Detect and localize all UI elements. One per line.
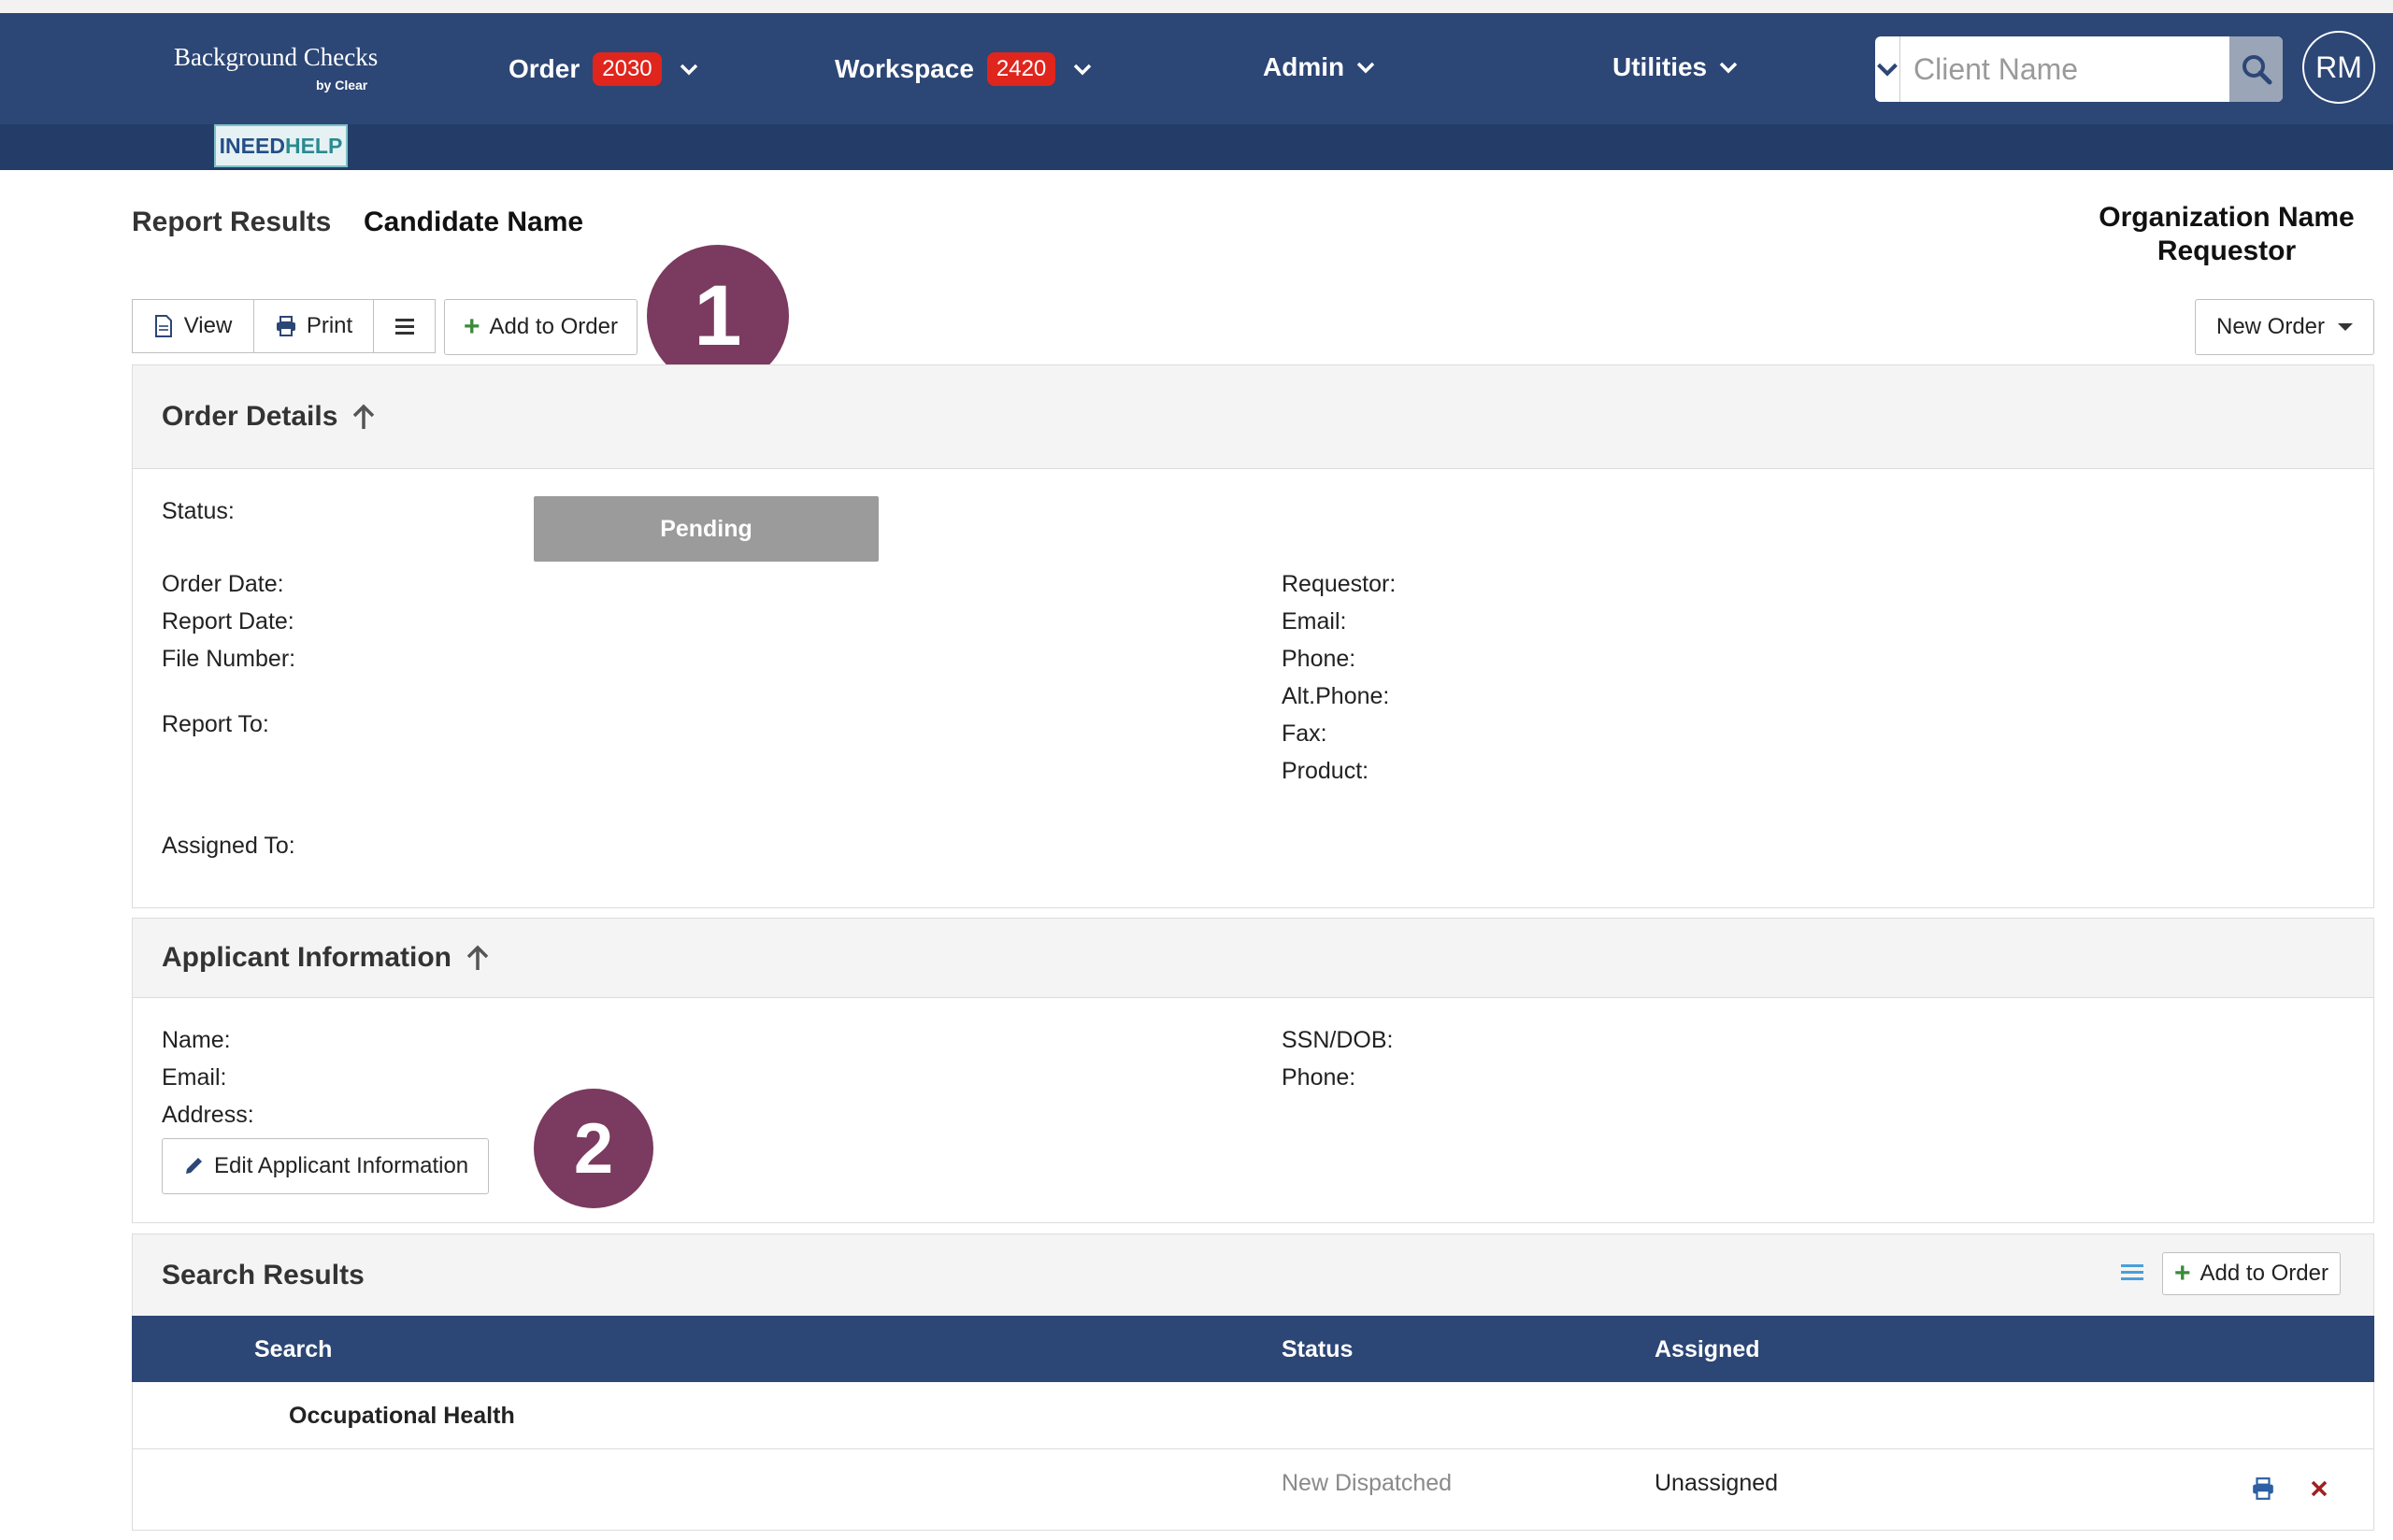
document-icon [154, 315, 172, 337]
search-button[interactable] [2229, 36, 2283, 102]
client-search [1875, 36, 2283, 102]
ssn-dob-label: SSN/DOB: [1282, 1027, 1394, 1053]
search-group-title: Occupational Health [289, 1403, 515, 1429]
add-to-order-label: Add to Order [489, 314, 618, 339]
row-divider [132, 1448, 2374, 1449]
view-button[interactable]: View [132, 299, 254, 353]
callout-2: 2 [534, 1089, 653, 1208]
user-avatar[interactable]: RM [2302, 31, 2375, 104]
nav-workspace[interactable]: Workspace 2420 [835, 52, 1093, 86]
address-label: Address: [162, 1102, 254, 1128]
search-results-title: Search Results [162, 1260, 365, 1290]
requestor-label: Requestor: [1282, 571, 1397, 597]
new-order-label: New Order [2215, 314, 2326, 339]
hamburger-icon [394, 319, 414, 335]
email-label: Email: [1282, 608, 1347, 635]
nav-utilities[interactable]: Utilities [1612, 52, 1739, 82]
plus-icon: + [464, 311, 480, 342]
chevron-down-icon [1719, 62, 1738, 74]
edit-applicant-button[interactable]: Edit Applicant Information [162, 1138, 490, 1194]
row-status: New Dispatched [1282, 1470, 1453, 1496]
caret-down-icon [2338, 323, 2354, 331]
nav-order-label: Order [509, 54, 580, 83]
workspace-count-badge: 2420 [986, 52, 1056, 86]
help-logo[interactable]: INEEDHELP [214, 124, 348, 167]
search-results-header: Search Results [133, 1234, 2373, 1317]
report-to-label: Report To: [162, 711, 269, 737]
order-details-title: Order Details [162, 401, 338, 432]
applicant-phone-label: Phone: [1282, 1064, 1356, 1091]
column-search[interactable]: Search [254, 1336, 332, 1363]
plus-icon: + [2174, 1258, 2191, 1289]
new-order-dropdown[interactable]: New Order [2195, 299, 2374, 355]
column-assigned[interactable]: Assigned [1655, 1336, 1760, 1363]
order-details-header[interactable]: Order Details [133, 365, 2373, 469]
help-left: INEED [219, 134, 285, 158]
order-details-panel: Order Details [132, 364, 2374, 908]
view-label: View [183, 313, 233, 338]
applicant-header[interactable]: Applicant Information [133, 919, 2373, 998]
organization-name: Organization Name [2099, 202, 2355, 233]
row-assigned: Unassigned [1655, 1470, 1779, 1496]
chevron-down-icon [1877, 63, 1898, 77]
subnav-bar [0, 124, 2393, 170]
nav-admin[interactable]: Admin [1263, 52, 1376, 82]
name-label: Name: [162, 1027, 231, 1053]
applicant-title: Applicant Information [162, 942, 451, 973]
nav-workspace-label: Workspace [835, 54, 974, 83]
search-results-panel: Search Results [132, 1233, 2374, 1531]
page-title: Report Results [132, 207, 332, 237]
phone-label: Phone: [1282, 646, 1356, 672]
add-to-order-button[interactable]: + Add to Order [444, 299, 638, 355]
top-strip [0, 0, 2393, 14]
arrow-up-icon [466, 945, 489, 970]
nav-admin-label: Admin [1263, 52, 1345, 81]
status-badge: Pending [534, 496, 879, 562]
file-number-label: File Number: [162, 646, 296, 672]
search-add-to-order-button[interactable]: + Add to Order [2162, 1252, 2341, 1295]
printer-icon[interactable] [2251, 1476, 2275, 1501]
arrow-up-icon [353, 404, 375, 429]
client-name-input[interactable] [1900, 36, 2283, 102]
order-date-label: Order Date: [162, 571, 284, 597]
menu-button[interactable] [374, 299, 436, 353]
print-button[interactable]: Print [254, 299, 374, 353]
printer-icon [276, 316, 295, 336]
delete-icon[interactable] [2310, 1479, 2329, 1498]
chevron-down-icon [680, 64, 697, 76]
chevron-down-icon [1356, 62, 1375, 74]
organization-info: Organization Name Requestor [2086, 201, 2367, 268]
report-toolbar: View Print [132, 299, 436, 355]
report-date-label: Report Date: [162, 608, 294, 635]
search-scope-dropdown[interactable] [1875, 36, 1900, 102]
alt-phone-label: Alt.Phone: [1282, 683, 1390, 709]
print-label: Print [306, 313, 353, 338]
pencil-icon [186, 1158, 202, 1174]
status-label: Status: [162, 498, 235, 524]
fax-label: Fax: [1282, 720, 1327, 747]
edit-applicant-label: Edit Applicant Information [214, 1153, 469, 1178]
product-label: Product: [1282, 758, 1369, 784]
chevron-down-icon [1074, 64, 1092, 76]
nav-utilities-label: Utilities [1612, 52, 1708, 81]
logo-title: Background Checks [174, 43, 379, 71]
results-table-header: Search Status Assigned [132, 1316, 2374, 1382]
assigned-to-label: Assigned To: [162, 833, 295, 859]
brand-logo[interactable]: Background Checks by Clear [174, 43, 379, 93]
search-add-to-order-label: Add to Order [2200, 1261, 2329, 1286]
search-icon [2242, 55, 2271, 85]
help-right: HELP [284, 134, 343, 158]
order-count-badge: 2030 [593, 52, 662, 86]
logo-subtitle: by Clear [316, 78, 368, 93]
list-icon[interactable] [2120, 1262, 2144, 1283]
nav-order[interactable]: Order 2030 [509, 52, 699, 86]
requestor-name: Requestor [2157, 235, 2297, 266]
candidate-name: Candidate Name [364, 207, 584, 237]
column-status[interactable]: Status [1282, 1336, 1353, 1363]
applicant-email-label: Email: [162, 1064, 227, 1091]
